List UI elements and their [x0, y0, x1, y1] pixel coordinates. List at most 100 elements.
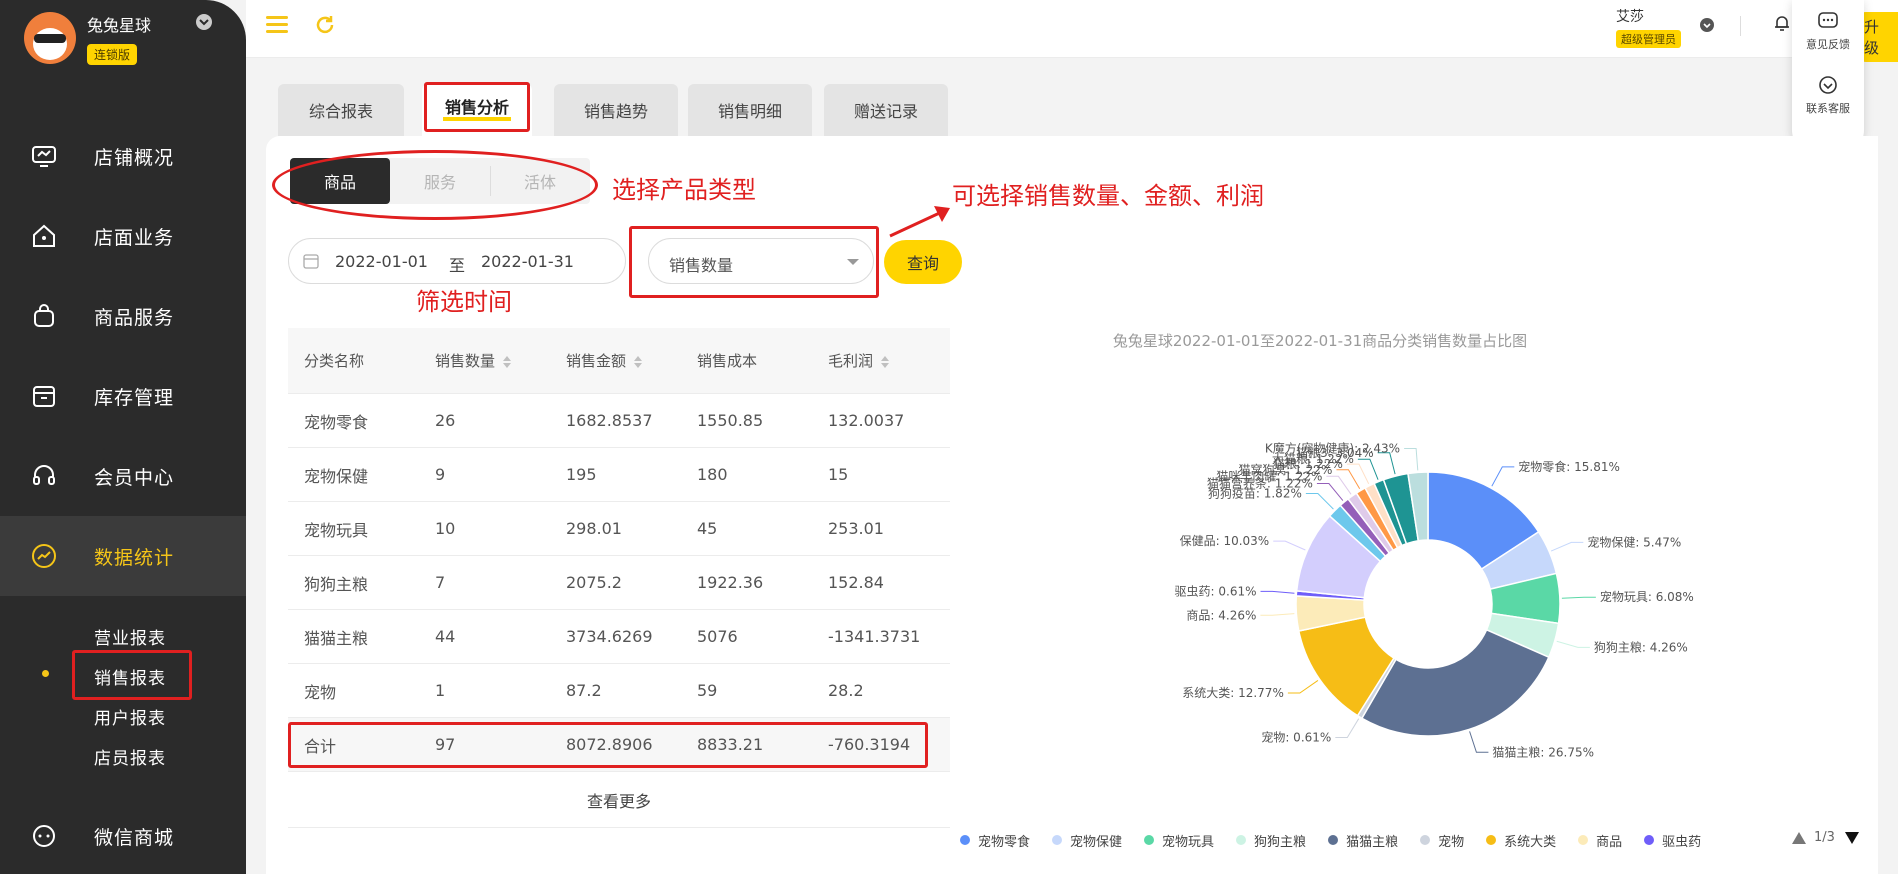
legend-item[interactable]: 系统大类: [1486, 831, 1556, 850]
divider: [1740, 16, 1741, 36]
legend-label: 宠物: [1438, 834, 1465, 850]
nav-label: 会员中心: [94, 466, 175, 489]
header-sales-amount[interactable]: 销售金额: [550, 350, 681, 371]
pie-label: 商品: 4.26%: [1186, 607, 1256, 622]
legend-item[interactable]: 宠物保健: [1052, 831, 1122, 850]
tab-sales-detail[interactable]: 销售明细: [688, 84, 812, 136]
nav-label: 数据统计: [94, 546, 175, 569]
annotation-text-metric: 可选择销售数量、金额、利润: [952, 182, 1264, 210]
user-name[interactable]: 艾莎: [1616, 6, 1644, 26]
label-line: [1469, 731, 1489, 753]
label-line: [1404, 447, 1419, 471]
table-row: 宠物零食 26 1682.8537 1550.85 132.0037: [288, 394, 950, 448]
legend-item[interactable]: 宠物: [1420, 831, 1464, 850]
annotation-box-total-row: [288, 722, 928, 768]
legend-page-label: 1/3: [1814, 830, 1835, 845]
annotation-text-date-filter: 筛选时间: [416, 288, 512, 316]
bell-icon[interactable]: [1772, 13, 1792, 33]
contact-label: 联系客服: [1806, 102, 1850, 115]
sort-icon[interactable]: [503, 355, 512, 368]
bag-icon: [34, 304, 54, 327]
pie-label: 系统大类: 12.77%: [1182, 686, 1284, 700]
label-line: [1561, 596, 1596, 599]
header-category: 分类名称: [304, 352, 365, 370]
nav-item-data-statistics[interactable]: 数据统计: [0, 516, 246, 596]
pie-label: K魔方(宠物健康): 2.43%: [1265, 440, 1400, 455]
active-indicator-dot: [42, 670, 49, 677]
header-gross-profit[interactable]: 毛利润: [812, 350, 950, 371]
nav-item-product-service[interactable]: 商品服务: [0, 276, 246, 356]
tab-overall-report[interactable]: 综合报表: [278, 84, 404, 136]
label-line: [1273, 540, 1306, 551]
menu-toggle-icon[interactable]: [266, 16, 288, 34]
annotation-box-metric-select: [629, 226, 879, 298]
date-separator: 至: [449, 256, 466, 275]
legend-dot: [1236, 835, 1247, 845]
legend-label: 狗狗主粮: [1254, 834, 1307, 850]
nav-item-member-center[interactable]: 会员中心: [0, 436, 246, 516]
start-date[interactable]: 2022-01-01: [335, 252, 428, 271]
legend-label: 宠物保健: [1070, 834, 1123, 850]
annotation-box-sales-report: [72, 650, 192, 700]
feedback-button[interactable]: 意见反馈: [1792, 10, 1864, 52]
legend-label: 驱虫药: [1662, 834, 1702, 850]
legend-item[interactable]: 猫猫主粮: [1328, 831, 1398, 850]
sort-icon[interactable]: [881, 355, 890, 368]
sort-icon[interactable]: [634, 355, 643, 368]
nav-label: 店面业务: [94, 226, 175, 249]
legend-item[interactable]: 宠物零食: [960, 831, 1030, 850]
legend-label: 宠物玩具: [1162, 834, 1215, 850]
legend-dot: [1644, 835, 1655, 845]
tab-sales-trend[interactable]: 销售趋势: [554, 84, 678, 136]
subnav-business-report[interactable]: 营业报表: [94, 624, 166, 649]
calendar-icon: [303, 254, 319, 269]
pie-slice-4[interactable]: [1360, 628, 1550, 737]
table-row: 猫猫主粮 44 3734.6269 5076 -1341.3731: [288, 610, 950, 664]
chat-icon: [33, 825, 55, 847]
store-avatar[interactable]: [24, 12, 76, 64]
legend-prev-icon[interactable]: [1792, 831, 1806, 844]
subnav-user-report[interactable]: 用户报表: [94, 704, 166, 729]
header-sales-cost: 销售成本: [697, 352, 758, 370]
tab-gift-records[interactable]: 赠送记录: [824, 84, 948, 136]
label-line: [1335, 718, 1360, 739]
label-line: [1550, 541, 1584, 552]
nav-item-wechat-mall[interactable]: 微信商城: [0, 796, 246, 874]
legend-label: 商品: [1596, 834, 1623, 850]
legend-dot: [1052, 835, 1063, 845]
nav-label: 商品服务: [94, 306, 175, 329]
store-switch-chevron-icon[interactable]: [196, 14, 212, 30]
legend-item[interactable]: 商品: [1578, 831, 1622, 850]
pie-label: 驱虫药: 0.61%: [1175, 584, 1257, 598]
table-row: 狗狗主粮 7 2075.2 1922.36 152.84: [288, 556, 950, 610]
nav-label: 库存管理: [94, 386, 175, 409]
nav-item-inventory[interactable]: 库存管理: [0, 356, 246, 436]
view-more-button[interactable]: 查看更多: [288, 772, 950, 828]
date-range-picker[interactable]: 2022-01-01 至 2022-01-31: [288, 238, 626, 284]
avatar-face: [33, 28, 67, 60]
pie-label: 宠物保健: 5.47%: [1587, 534, 1681, 549]
pie-label: 宠物: 0.61%: [1261, 730, 1331, 745]
sidebar: 兔兔星球 连锁版 店铺概况 店面业务 商品服务 库存管理 会员中心 数据统计 营…: [0, 0, 246, 874]
contact-support-button[interactable]: 联系客服: [1792, 74, 1864, 116]
subnav-staff-report[interactable]: 店员报表: [94, 744, 166, 769]
legend-item[interactable]: 狗狗主粮: [1236, 831, 1306, 850]
refresh-icon[interactable]: [314, 14, 336, 36]
nav-item-store-overview[interactable]: 店铺概况: [0, 116, 246, 196]
legend-dot: [1420, 835, 1431, 845]
legend-item[interactable]: 驱虫药: [1644, 831, 1701, 850]
pie-label: 狗狗主粮: 4.26%: [1594, 639, 1688, 654]
end-date[interactable]: 2022-01-31: [481, 252, 574, 271]
query-button[interactable]: 查询: [884, 240, 962, 284]
floating-help-panel: 意见反馈 联系客服: [1792, 0, 1864, 156]
pie-label: 宠物零食: 15.81%: [1518, 459, 1620, 474]
legend-item[interactable]: 宠物玩具: [1144, 831, 1214, 850]
table-row: 宠物玩具 10 298.01 45 253.01: [288, 502, 950, 556]
legend-next-icon[interactable]: [1844, 831, 1859, 844]
user-menu-chevron-icon[interactable]: [1700, 18, 1714, 32]
pie-label: 保健品: 10.03%: [1180, 534, 1270, 548]
nav-item-store-business[interactable]: 店面业务: [0, 196, 246, 276]
legend-dot: [1144, 835, 1155, 845]
table-header: 分类名称 销售数量 销售金额 销售成本 毛利润: [288, 328, 950, 394]
header-sales-qty[interactable]: 销售数量: [419, 350, 550, 371]
